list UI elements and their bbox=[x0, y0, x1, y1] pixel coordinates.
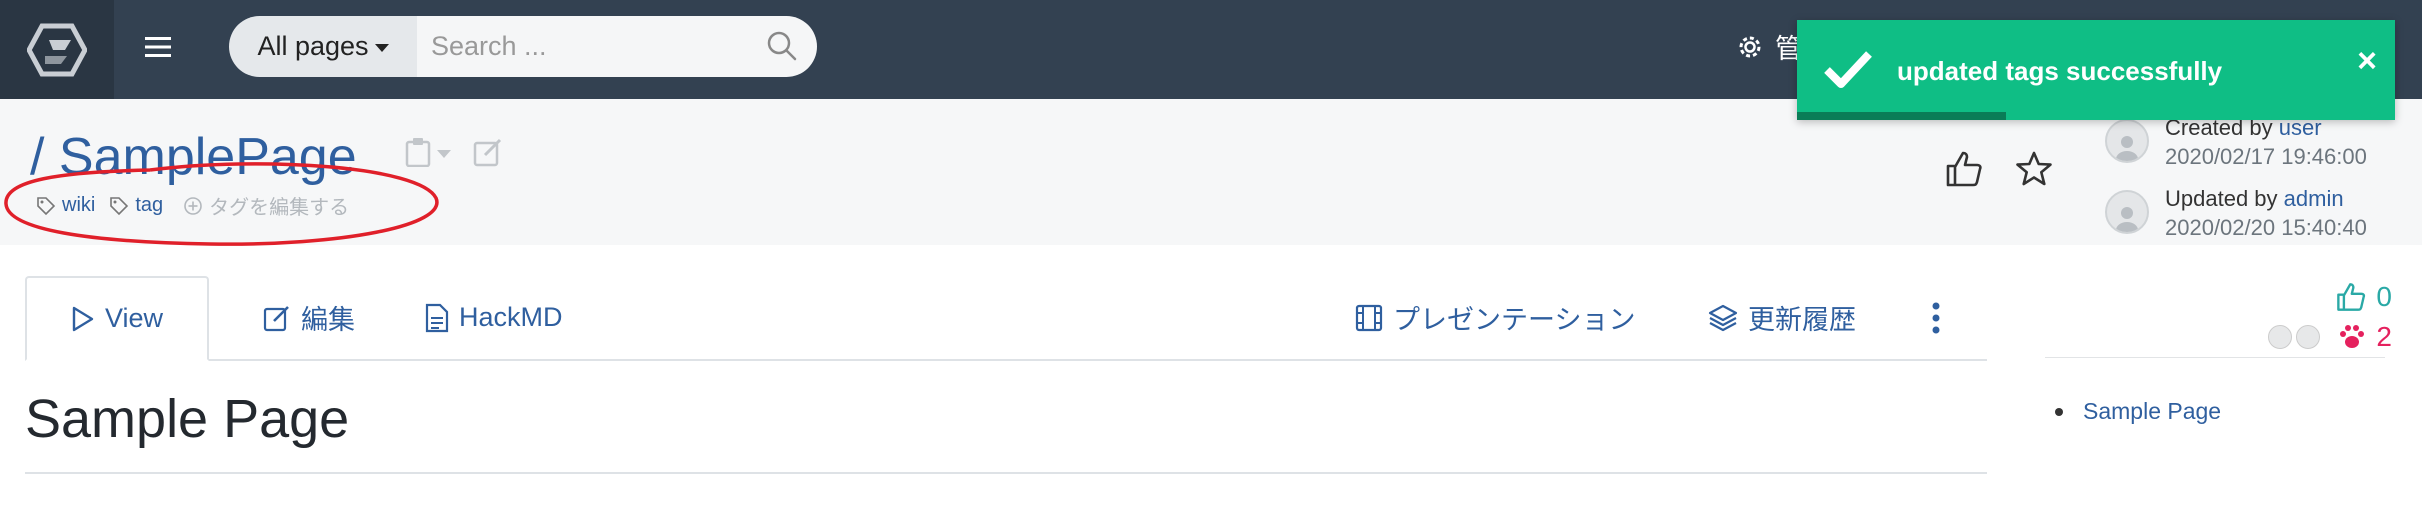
star-icon bbox=[2015, 150, 2053, 188]
play-icon bbox=[71, 306, 95, 332]
tab-history[interactable]: 更新履歴 bbox=[1708, 276, 1856, 359]
tab-hackmd-label: HackMD bbox=[459, 302, 563, 332]
like-button[interactable] bbox=[1945, 150, 1983, 188]
edit-icon bbox=[263, 304, 291, 332]
toc-item[interactable]: Sample Page bbox=[2055, 398, 2385, 425]
divider bbox=[25, 472, 1987, 474]
toast-progress-bar bbox=[1797, 112, 2007, 120]
avatar bbox=[2268, 325, 2293, 349]
close-icon[interactable]: × bbox=[2357, 44, 2377, 78]
layers-icon bbox=[1708, 303, 1738, 333]
growi-logo-icon[interactable] bbox=[0, 0, 114, 99]
search-input[interactable] bbox=[417, 16, 761, 77]
tab-edit-label: 編集 bbox=[301, 305, 355, 335]
table-of-contents: Sample Page bbox=[2045, 357, 2385, 425]
tab-view-label: View bbox=[105, 303, 164, 333]
search-scope-dropdown[interactable]: All pages bbox=[229, 16, 417, 77]
paw-icon bbox=[2338, 323, 2366, 351]
updated-by-prefix: Updated by bbox=[2165, 186, 2278, 211]
search-field bbox=[417, 16, 817, 77]
tab-edit[interactable]: 編集 bbox=[263, 276, 355, 359]
thumbs-up-icon bbox=[2336, 282, 2366, 312]
search-scope-label: All pages bbox=[257, 31, 369, 61]
edit-icon bbox=[473, 137, 503, 167]
page-authors: Created by user 2020/02/17 19:46:00 Upda… bbox=[2105, 113, 2367, 255]
content-heading: Sample Page bbox=[25, 389, 350, 449]
likes-counter[interactable]: 0 bbox=[2268, 277, 2392, 317]
film-icon bbox=[1355, 304, 1383, 332]
toast-notification: updated tags successfully × bbox=[1797, 20, 2395, 120]
edit-page-button[interactable] bbox=[473, 137, 503, 167]
gear-icon bbox=[1735, 32, 1765, 62]
updater-link[interactable]: admin bbox=[2284, 186, 2344, 211]
toast-message: updated tags successfully bbox=[1897, 56, 2223, 86]
check-icon bbox=[1822, 48, 1874, 92]
avatar bbox=[2105, 190, 2149, 234]
admin-link[interactable]: 管 bbox=[1735, 27, 1802, 66]
more-options-icon[interactable] bbox=[1930, 301, 1942, 335]
created-date: 2020/02/17 19:46:00 bbox=[2165, 144, 2367, 169]
tab-history-label: 更新履歴 bbox=[1748, 305, 1856, 335]
tab-presentation-label: プレゼンテーション bbox=[1393, 305, 1636, 335]
annotation-ellipse bbox=[4, 162, 439, 246]
tab-view[interactable]: View bbox=[25, 276, 210, 361]
tab-hackmd[interactable]: HackMD bbox=[425, 276, 563, 359]
updated-date: 2020/02/20 15:40:40 bbox=[2165, 215, 2367, 240]
search-bar: All pages bbox=[229, 16, 817, 77]
seen-count: 2 bbox=[2376, 321, 2392, 352]
avatar bbox=[2105, 119, 2149, 163]
bookmark-button[interactable] bbox=[2015, 150, 2053, 188]
toc-item-label: Sample Page bbox=[2083, 398, 2222, 424]
avatar bbox=[2296, 325, 2321, 349]
likes-count: 0 bbox=[2376, 281, 2392, 312]
search-icon[interactable] bbox=[767, 31, 797, 61]
thumbs-up-icon bbox=[1945, 150, 1983, 188]
file-text-icon bbox=[425, 303, 449, 333]
hamburger-icon[interactable] bbox=[138, 27, 178, 67]
page-tabs: View 編集 HackMD プレゼンテーション 更新履歴 bbox=[25, 276, 1987, 361]
page-counters: 0 2 bbox=[2268, 277, 2392, 357]
caret-down-icon bbox=[374, 44, 389, 52]
seen-users-counter[interactable]: 2 bbox=[2268, 317, 2392, 357]
bullet bbox=[2055, 407, 2063, 416]
tab-presentation[interactable]: プレゼンテーション bbox=[1355, 276, 1635, 359]
updater-info: Updated by admin 2020/02/20 15:40:40 bbox=[2105, 184, 2367, 242]
creator-info: Created by user 2020/02/17 19:46:00 bbox=[2105, 113, 2367, 171]
